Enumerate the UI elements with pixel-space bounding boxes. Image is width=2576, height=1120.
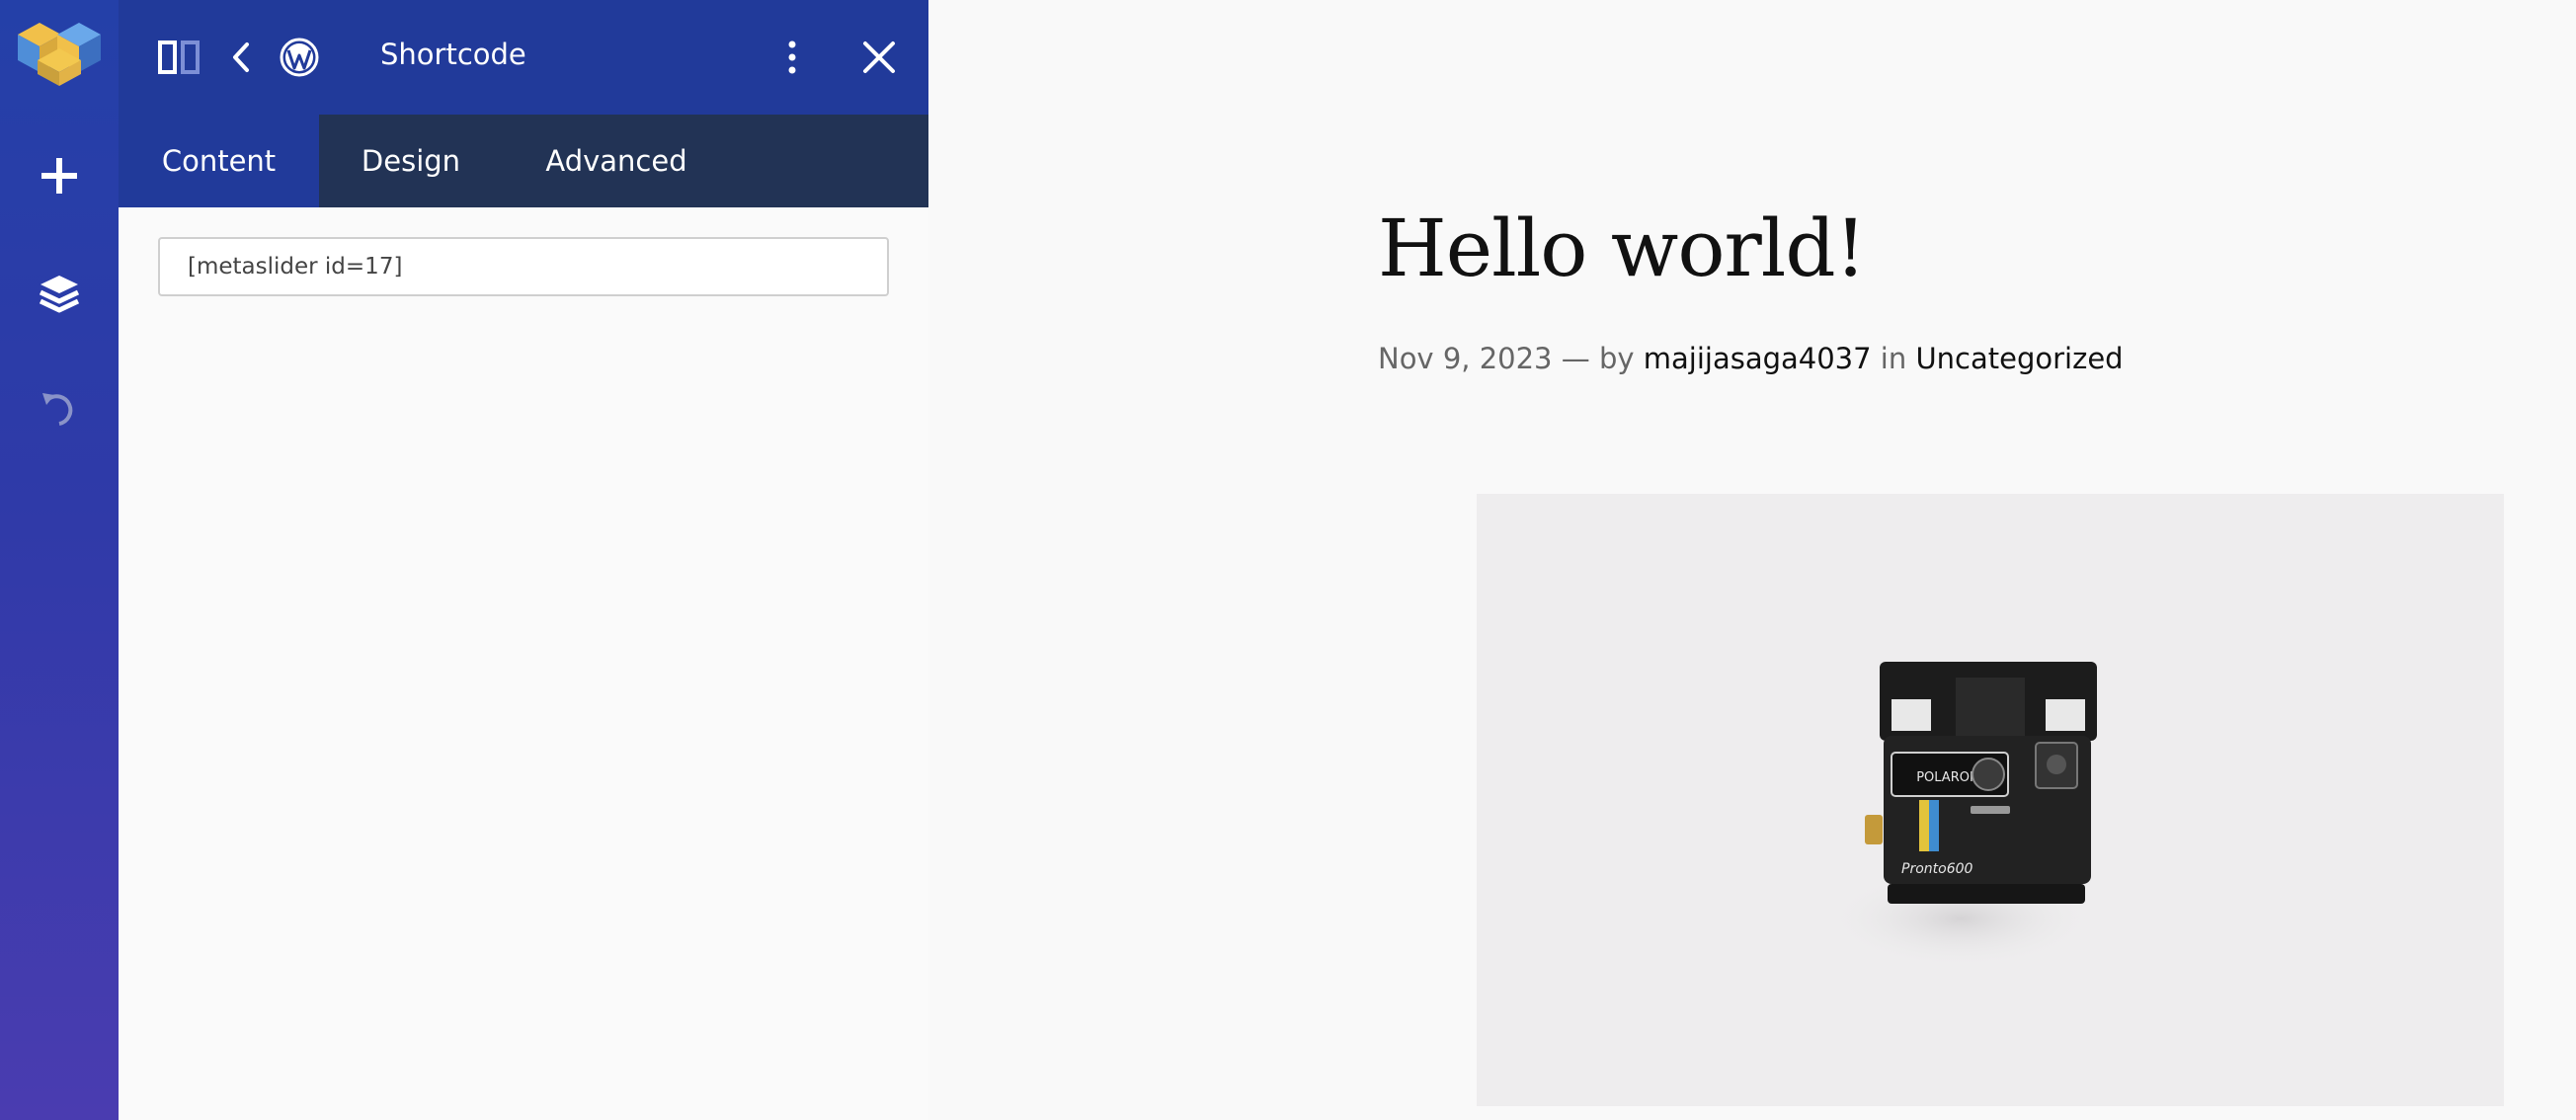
polaroid-camera-image: POLAROID Pronto600 xyxy=(1827,662,2097,968)
panel-tabs: Content Design Advanced xyxy=(119,115,928,207)
tab-content[interactable]: Content xyxy=(119,115,319,207)
close-panel-button[interactable] xyxy=(849,18,909,97)
wordpress-button[interactable] xyxy=(275,18,324,97)
page-preview: Hello world! Nov 9, 2023 — by majijasaga… xyxy=(928,0,2576,1120)
in-label: in xyxy=(1880,342,1907,375)
panel-toggle-icon xyxy=(158,40,200,74)
wordpress-icon xyxy=(280,38,319,77)
meta-separator: — xyxy=(1561,342,1590,375)
post-author-link[interactable]: majijasaga4037 xyxy=(1644,342,1872,375)
camera-model-text: Pronto600 xyxy=(1901,861,1973,877)
add-icon xyxy=(41,158,77,194)
back-button[interactable] xyxy=(219,18,263,97)
shortcode-input[interactable] xyxy=(158,237,889,296)
builder-logo-button[interactable] xyxy=(0,4,119,103)
more-vertical-icon xyxy=(788,40,796,74)
panel-title: Shortcode xyxy=(380,38,526,71)
close-icon xyxy=(863,41,895,73)
post-date: Nov 9, 2023 xyxy=(1378,342,1553,375)
more-options-button[interactable] xyxy=(770,18,814,97)
undo-button[interactable] xyxy=(0,360,119,459)
back-chevron-icon xyxy=(233,42,249,72)
post-title: Hello world! xyxy=(1378,202,1867,294)
settings-panel: Shortcode Content Design Advanced xyxy=(119,0,928,1120)
post-meta: Nov 9, 2023 — by majijasaga4037 in Uncat… xyxy=(1378,342,2124,375)
add-element-button[interactable] xyxy=(0,126,119,225)
panel-toggle-button[interactable] xyxy=(152,18,207,97)
by-label: by xyxy=(1598,342,1635,375)
tab-design[interactable]: Design xyxy=(319,115,503,207)
app-rail xyxy=(0,0,119,1120)
layers-icon xyxy=(39,276,80,313)
featured-image: POLAROID Pronto600 xyxy=(1477,494,2504,1106)
tab-advanced[interactable]: Advanced xyxy=(503,115,730,207)
panel-header: Shortcode xyxy=(119,0,928,115)
post-category-link[interactable]: Uncategorized xyxy=(1915,342,2123,375)
undo-icon xyxy=(42,393,73,426)
page-builder-app: Shortcode Content Design Advanced [metas… xyxy=(0,0,2576,1120)
layers-button[interactable] xyxy=(0,244,119,343)
builder-logo-icon xyxy=(18,23,101,86)
